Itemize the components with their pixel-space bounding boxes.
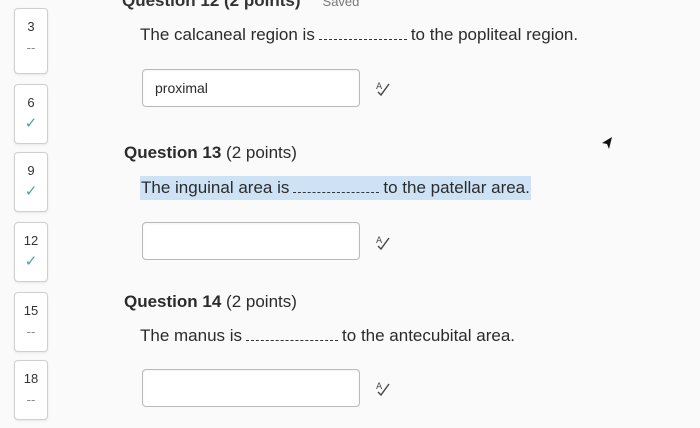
unanswered-icon: -- (26, 40, 36, 55)
fill-in-blank (318, 27, 407, 40)
nav-item-question-3[interactable]: 3 -- (14, 8, 48, 74)
question-14-prompt: The manus is to the antecubital area. (140, 326, 515, 346)
nav-item-question-18[interactable]: 18 -- (14, 360, 48, 420)
fill-in-blank (246, 328, 339, 341)
question-14-answer-input[interactable] (142, 369, 360, 407)
unanswered-icon: -- (26, 324, 36, 339)
nav-number: 12 (23, 233, 39, 248)
question-12-answer-input[interactable]: proximal (142, 69, 360, 107)
nav-number: 15 (23, 303, 39, 318)
question-13-answer-input[interactable] (142, 222, 360, 260)
prompt-text-after: to the patellar area. (383, 178, 530, 197)
nav-item-question-9[interactable]: 9 ✓ (14, 152, 48, 212)
prompt-text-before: The manus is (140, 326, 243, 345)
question-13-title: Question 13 (2 points) (124, 143, 297, 162)
svg-text:A: A (376, 82, 383, 92)
svg-text:A: A (376, 382, 383, 392)
checkmark-icon: ✓ (24, 183, 38, 200)
nav-item-question-15[interactable]: 15 -- (14, 292, 48, 352)
spellcheck-icon[interactable]: A (375, 380, 391, 399)
prompt-text-after: to the antecubital area. (342, 326, 516, 345)
prompt-text-before: The calcaneal region is (140, 25, 315, 44)
checkmark-icon: ✓ (24, 253, 38, 270)
question-13-prompt: The inguinal area is to the patellar area… (140, 176, 531, 200)
prompt-text-after: to the popliteal region. (410, 25, 579, 44)
saved-status: Saved (322, 0, 360, 9)
nav-number: 3 (27, 19, 35, 34)
svg-text:A: A (376, 236, 383, 246)
nav-number: 9 (27, 163, 35, 178)
unanswered-icon: -- (26, 392, 36, 407)
nav-item-question-12[interactable]: 12 ✓ (14, 222, 48, 282)
spellcheck-icon[interactable]: A (375, 80, 391, 99)
question-12-prompt: The calcaneal region is to the popliteal … (140, 25, 578, 45)
checkmark-icon: ✓ (24, 115, 38, 132)
spellcheck-icon[interactable]: A (375, 234, 391, 253)
nav-number: 18 (23, 371, 39, 386)
question-12-title: Question 12 (2 points) Saved (122, 0, 359, 11)
nav-number: 6 (27, 95, 35, 110)
question-14-title: Question 14 (2 points) (124, 292, 297, 311)
nav-item-question-6[interactable]: 6 ✓ (14, 84, 48, 144)
prompt-text-before: The inguinal area is (141, 178, 290, 197)
mouse-cursor-icon (600, 135, 614, 156)
fill-in-blank (293, 180, 380, 193)
